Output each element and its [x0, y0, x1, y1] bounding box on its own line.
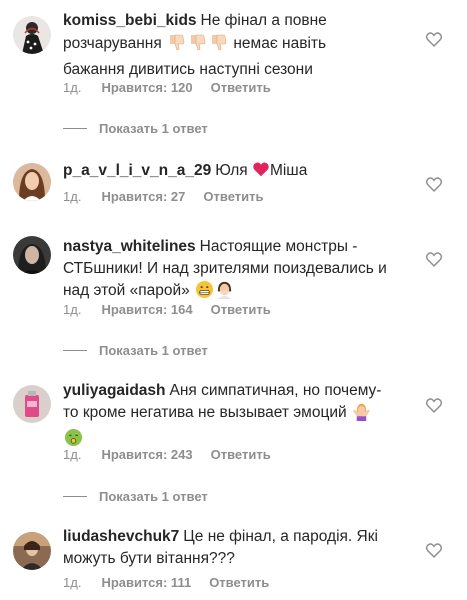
- thumbs-down-icon: [167, 32, 187, 59]
- likes-count[interactable]: Нравится: 120: [101, 80, 192, 95]
- likes-count[interactable]: Нравится: 243: [101, 447, 192, 462]
- comment-meta: 1д. Нравится: 164 Ответить: [63, 302, 271, 317]
- comment-text: liudashevchuk7 Це не фінал, а пародія. Як…: [63, 528, 378, 567]
- view-replies-button[interactable]: Показать 1 ответ: [63, 343, 208, 358]
- comment-text: komiss_bebi_kids Не фінал а повне розчару…: [63, 12, 327, 78]
- reply-button[interactable]: Ответить: [209, 575, 269, 590]
- comment-text: yuliyagaidash Аня симпатичная, но почему-…: [63, 380, 413, 454]
- reply-button[interactable]: Ответить: [211, 302, 271, 317]
- woman-shrugging-icon: [352, 402, 371, 428]
- comment-age: 1д.: [63, 575, 82, 590]
- comment-meta: 1д. Нравится: 243 Ответить: [63, 447, 271, 462]
- thumbs-down-icon: [188, 32, 208, 59]
- likes-count[interactable]: Нравится: 111: [101, 575, 191, 590]
- comment-meta: 1д. Нравится: 27 Ответить: [63, 189, 263, 204]
- like-heart-icon[interactable]: [425, 542, 443, 558]
- replies-divider: [63, 350, 87, 351]
- avatar[interactable]: [13, 385, 51, 423]
- comment-username[interactable]: yuliyagaidash: [63, 382, 166, 399]
- comment-username[interactable]: nastya_whitelines: [63, 238, 196, 255]
- replies-divider: [63, 128, 87, 129]
- like-heart-icon[interactable]: [425, 251, 443, 267]
- avatar[interactable]: [13, 163, 51, 201]
- comment-username[interactable]: komiss_bebi_kids: [63, 12, 197, 29]
- comment-meta: 1д. Нравится: 120 Ответить: [63, 80, 271, 95]
- comment-meta: 1д. Нравится: 111 Ответить: [63, 575, 269, 590]
- avatar[interactable]: [13, 532, 51, 570]
- view-replies-button[interactable]: Показать 1 ответ: [63, 121, 208, 136]
- replies-divider: [63, 496, 87, 497]
- thumbs-down-icon: [209, 32, 229, 59]
- comment-age: 1д.: [63, 302, 82, 317]
- comment-username[interactable]: liudashevchuk7: [63, 528, 179, 545]
- red-heart-icon: [252, 161, 270, 184]
- reply-button[interactable]: Ответить: [211, 80, 271, 95]
- like-heart-icon[interactable]: [425, 176, 443, 192]
- comments-thread: komiss_bebi_kids Не фінал а повне розчару…: [0, 0, 467, 600]
- reply-button[interactable]: Ответить: [211, 447, 271, 462]
- reply-button[interactable]: Ответить: [203, 189, 263, 204]
- view-replies-button[interactable]: Показать 1 ответ: [63, 489, 208, 504]
- likes-count[interactable]: Нравится: 164: [101, 302, 192, 317]
- comment-username[interactable]: p_a_v_l_i_v_n_a_29: [63, 162, 211, 179]
- comment-age: 1д.: [63, 80, 82, 95]
- comment-age: 1д.: [63, 447, 82, 462]
- avatar[interactable]: [13, 16, 51, 54]
- likes-count[interactable]: Нравится: 27: [101, 189, 185, 204]
- comment-text: nastya_whitelines Настоящие монстры - СТБ…: [63, 236, 413, 306]
- avatar[interactable]: [13, 236, 51, 274]
- like-heart-icon[interactable]: [425, 397, 443, 413]
- comment-text: p_a_v_l_i_v_n_a_29 Юля Міша: [63, 160, 413, 184]
- comment-age: 1д.: [63, 189, 82, 204]
- like-heart-icon[interactable]: [425, 31, 443, 47]
